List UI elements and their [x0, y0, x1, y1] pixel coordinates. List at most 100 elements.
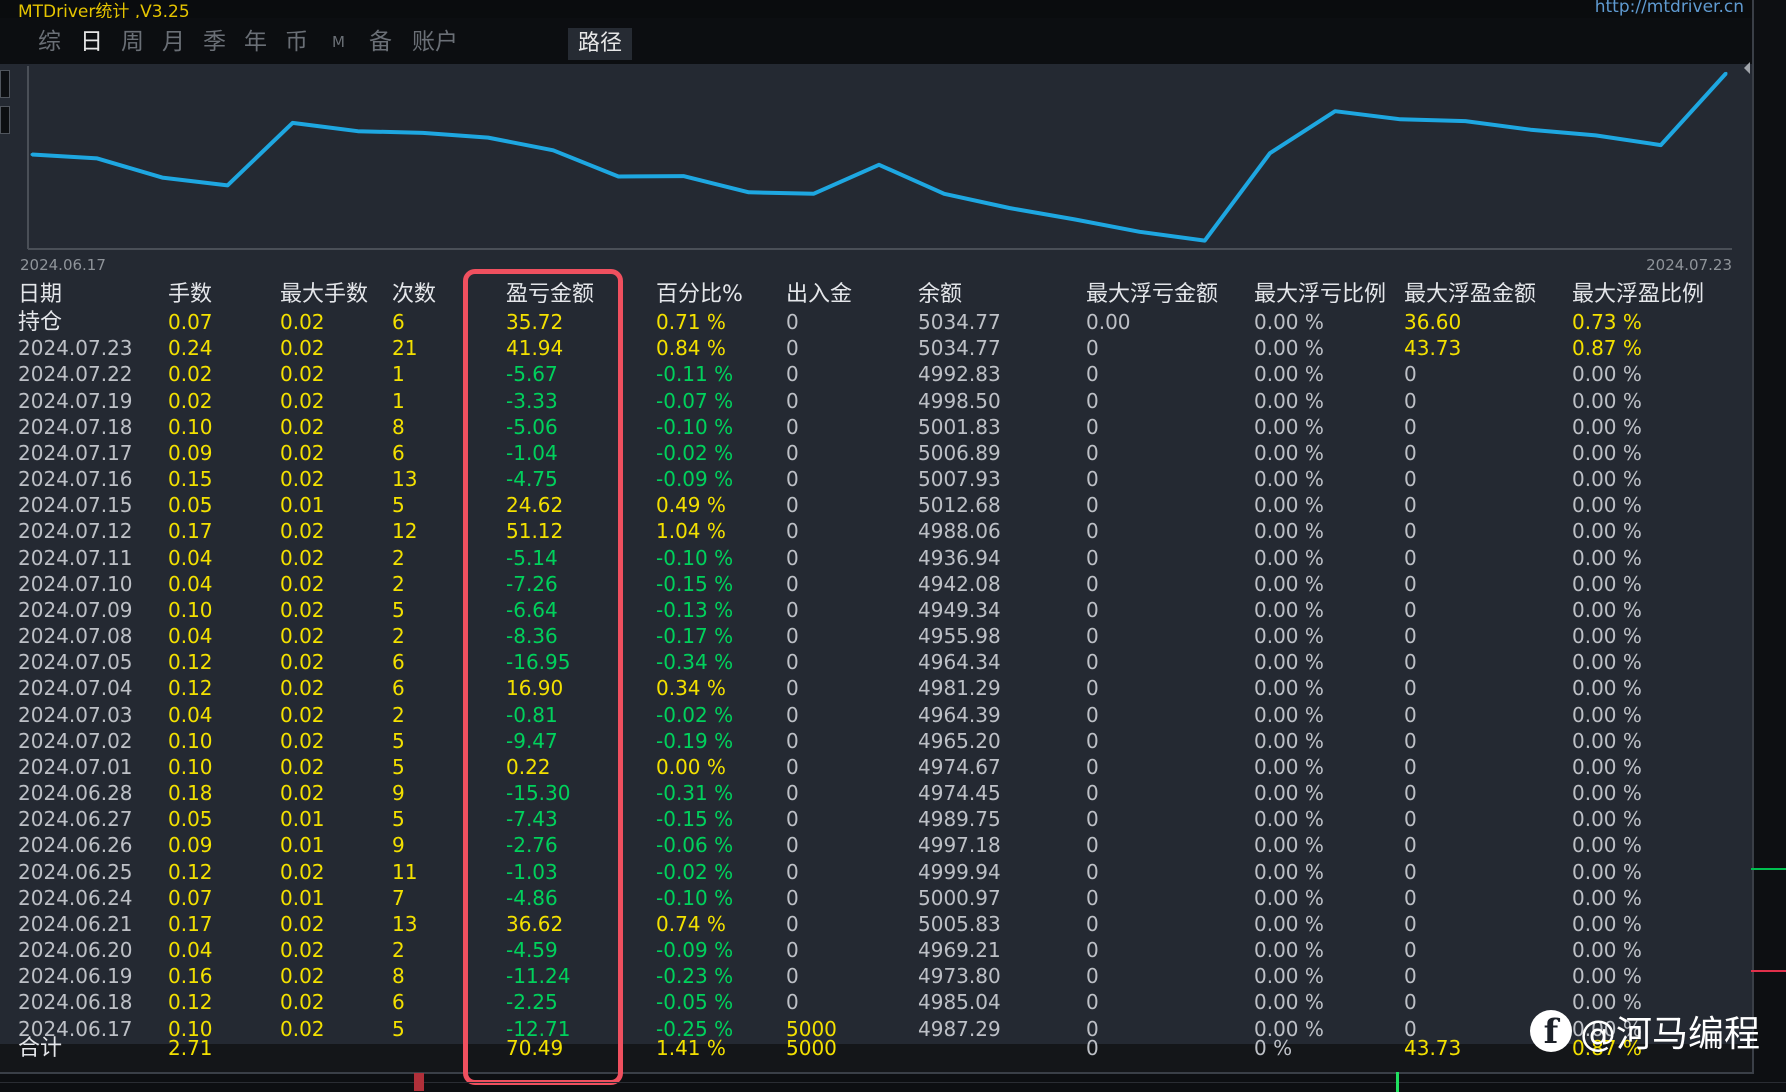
tab-9[interactable]: 账户: [412, 26, 458, 58]
bottom-marker: [414, 1073, 424, 1091]
position-max-float-loss: 0.00: [1086, 310, 1131, 334]
row-max-float-profit-pct: 0.00 %: [1572, 964, 1642, 989]
row-count: 11: [392, 859, 418, 884]
row-count: 6: [392, 650, 405, 675]
tab-4[interactable]: 季: [203, 26, 226, 58]
left-strip: [0, 70, 10, 98]
tab-2[interactable]: 周: [121, 26, 144, 58]
row-lots: 0.16: [168, 964, 213, 989]
balance-chart: 2024.06.17 2024.07.23: [20, 66, 1732, 274]
header-max-float-loss: 最大浮亏金额: [1086, 282, 1219, 307]
row-deposit: 0: [786, 676, 799, 701]
row-max-lots: 0.02: [280, 597, 325, 622]
balance-point: [1268, 151, 1272, 155]
total-percent: 1.41 %: [656, 1036, 726, 1060]
total-date: 合计: [18, 1036, 63, 1061]
row-max-lots: 0.02: [280, 859, 325, 884]
row-deposit: 0: [786, 964, 799, 989]
row-balance: 4999.94: [918, 859, 1001, 884]
row-max-float-loss-pct: 0.00 %: [1254, 493, 1324, 518]
tab-1[interactable]: 日: [80, 26, 103, 58]
row-lots: 0.05: [168, 807, 213, 832]
row-deposit: 0: [786, 597, 799, 622]
tab-8[interactable]: 备: [369, 26, 392, 58]
row-date: 2024.07.05: [18, 650, 133, 675]
path-button[interactable]: 路径: [568, 28, 632, 60]
row-max-lots: 0.02: [280, 754, 325, 779]
row-balance: 4955.98: [918, 624, 1001, 649]
row-max-float-profit: 0: [1404, 493, 1417, 518]
balance-point: [421, 131, 425, 135]
row-max-float-profit-pct: 0.00 %: [1572, 781, 1642, 806]
row-date: 2024.07.16: [18, 467, 133, 492]
row-count: 5: [392, 728, 405, 753]
row-max-float-loss: 0: [1086, 650, 1099, 675]
total-deposit: 5000: [786, 1036, 837, 1060]
row-percent: -0.31 %: [656, 781, 734, 806]
balance-point: [616, 175, 620, 178]
row-max-lots: 0.02: [280, 624, 325, 649]
row-date: 2024.06.27: [18, 807, 133, 832]
row-deposit: 0: [786, 702, 799, 727]
row-count: 13: [392, 467, 418, 492]
row-date: 2024.06.26: [18, 833, 133, 858]
tab-5[interactable]: 年: [244, 26, 267, 58]
row-count: 2: [392, 938, 405, 963]
row-deposit: 0: [786, 807, 799, 832]
row-max-float-profit-pct: 0.00 %: [1572, 650, 1642, 675]
header-max-lots: 最大手数: [280, 282, 369, 307]
row-max-float-profit-pct: 0.00 %: [1572, 911, 1642, 936]
row-max-float-profit: 0: [1404, 885, 1417, 910]
row-date: 2024.07.11: [18, 545, 133, 570]
row-deposit: 0: [786, 938, 799, 963]
row-count: 21: [392, 336, 418, 361]
pnl-column-highlight: [463, 269, 623, 1085]
row-date: 2024.07.10: [18, 571, 133, 596]
row-max-float-loss: 0: [1086, 964, 1099, 989]
row-lots: 0.05: [168, 493, 213, 518]
header-count: 次数: [392, 282, 437, 307]
row-percent: -0.34 %: [656, 650, 734, 675]
tab-0[interactable]: 综: [38, 26, 61, 58]
chart-resize-grip[interactable]: [1744, 62, 1750, 74]
row-lots: 0.17: [168, 911, 213, 936]
row-lots: 0.07: [168, 885, 213, 910]
row-date: 2024.07.18: [18, 414, 133, 439]
position-count: 6: [392, 310, 405, 334]
row-max-float-loss-pct: 0.00 %: [1254, 650, 1324, 675]
row-max-float-profit-pct: 0.00 %: [1572, 388, 1642, 413]
row-max-float-loss: 0: [1086, 597, 1099, 622]
row-max-float-profit-pct: 0.00 %: [1572, 362, 1642, 387]
row-max-float-loss: 0: [1086, 624, 1099, 649]
row-max-float-loss: 0: [1086, 414, 1099, 439]
row-max-float-profit: 0: [1404, 702, 1417, 727]
total-max-float-profit: 43.73: [1404, 1036, 1462, 1060]
row-max-float-profit: 0: [1404, 833, 1417, 858]
row-max-float-loss-pct: 0.00 %: [1254, 938, 1324, 963]
x-start-label: 2024.06.17: [20, 256, 106, 274]
row-max-float-loss-pct: 0.00 %: [1254, 519, 1324, 544]
row-max-float-loss: 0: [1086, 990, 1099, 1015]
row-count: 13: [392, 911, 418, 936]
app-url-link[interactable]: http://mtdriver.cn: [1595, 0, 1744, 17]
tab-6[interactable]: 币: [285, 26, 308, 58]
row-max-lots: 0.02: [280, 362, 325, 387]
row-max-float-profit: 0: [1404, 388, 1417, 413]
row-max-float-loss: 0: [1086, 859, 1099, 884]
row-max-float-loss-pct: 0.00 %: [1254, 388, 1324, 413]
row-max-float-profit: 0: [1404, 781, 1417, 806]
row-max-float-profit: 0: [1404, 519, 1417, 544]
row-balance: 4988.06: [918, 519, 1001, 544]
tab-7[interactable]: M: [332, 26, 345, 58]
row-count: 2: [392, 624, 405, 649]
balance-point: [942, 192, 946, 196]
row-count: 2: [392, 545, 405, 570]
row-max-float-loss: 0: [1086, 911, 1099, 936]
row-deposit: 0: [786, 571, 799, 596]
row-percent: -0.07 %: [656, 388, 734, 413]
balance-point: [551, 148, 555, 152]
row-balance: 4974.45: [918, 781, 1001, 806]
row-max-float-profit: 0: [1404, 754, 1417, 779]
tab-3[interactable]: 月: [162, 26, 185, 58]
row-lots: 0.04: [168, 571, 213, 596]
